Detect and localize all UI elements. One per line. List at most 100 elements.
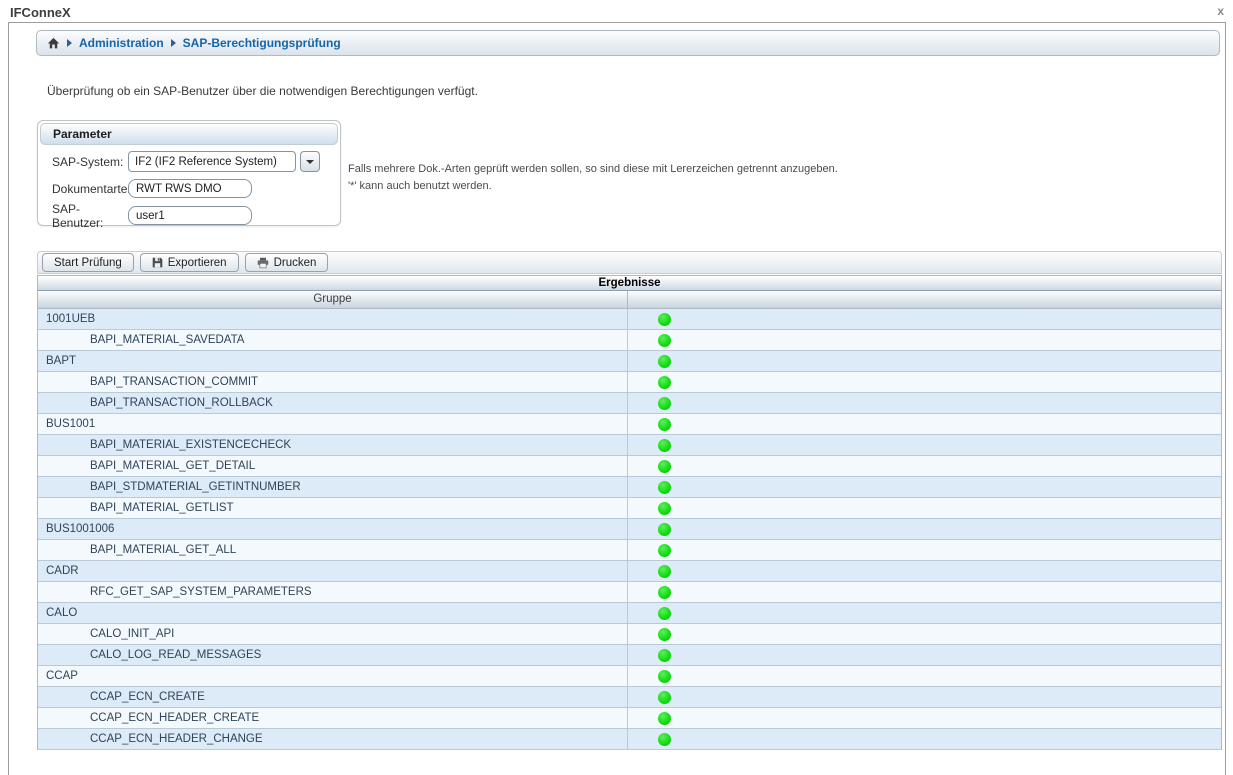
table-row[interactable]: BAPI_TRANSACTION_COMMIT xyxy=(38,372,1221,393)
status-ok-dot xyxy=(658,355,671,368)
app-title: IFConneX xyxy=(10,5,71,20)
gruppe-column-header: Gruppe xyxy=(38,291,628,308)
table-row[interactable]: BUS1001 xyxy=(38,414,1221,435)
start-pruefung-button[interactable]: Start Prüfung xyxy=(42,253,134,272)
breadcrumb: Administration SAP-Berechtigungsprüfung xyxy=(36,30,1220,56)
sap-system-select[interactable]: IF2 (IF2 Reference System) xyxy=(128,151,296,172)
row-label: BAPI_MATERIAL_SAVEDATA xyxy=(90,334,244,346)
row-label: BUS1001 xyxy=(46,418,95,430)
dokumentarten-label: Dokumentarten: xyxy=(52,182,128,196)
row-label: CCAP_ECN_CREATE xyxy=(90,691,205,703)
row-label: CALO_LOG_READ_MESSAGES xyxy=(90,649,261,661)
sap-benutzer-label: SAP-Benutzer: xyxy=(52,202,128,230)
page-description: Überprüfung ob ein SAP-Benutzer über die… xyxy=(47,84,478,98)
chevron-right-icon xyxy=(171,39,176,47)
row-label: 1001UEB xyxy=(46,313,95,325)
row-label: CADR xyxy=(46,565,79,577)
row-label: RFC_GET_SAP_SYSTEM_PARAMETERS xyxy=(90,586,312,598)
row-label: CCAP_ECN_HEADER_CREATE xyxy=(90,712,259,724)
row-label: CALO_INIT_API xyxy=(90,628,174,640)
status-column-header xyxy=(628,291,1221,308)
row-label: BAPI_MATERIAL_GETLIST xyxy=(90,502,234,514)
table-row[interactable]: BUS1001006 xyxy=(38,519,1221,540)
table-row[interactable]: CALO_LOG_READ_MESSAGES xyxy=(38,645,1221,666)
table-row[interactable]: CCAP_ECN_HEADER_CHANGE xyxy=(38,729,1221,750)
hint-line-2: '*' kann auch benutzt werden. xyxy=(348,178,838,195)
table-row[interactable]: BAPI_MATERIAL_EXISTENCECHECK xyxy=(38,435,1221,456)
table-row[interactable]: CALO xyxy=(38,603,1221,624)
sap-system-selected-value: IF2 (IF2 Reference System) xyxy=(135,156,277,168)
exportieren-button[interactable]: Exportieren xyxy=(140,253,239,272)
table-row[interactable]: BAPI_STDMATERIAL_GETINTNUMBER xyxy=(38,477,1221,498)
table-row[interactable]: BAPI_TRANSACTION_ROLLBACK xyxy=(38,393,1221,414)
row-label: BAPT xyxy=(46,355,76,367)
row-label: BAPI_TRANSACTION_COMMIT xyxy=(90,376,258,388)
row-label: BAPI_MATERIAL_GET_DETAIL xyxy=(90,460,255,472)
close-icon[interactable]: x xyxy=(1217,4,1224,18)
table-row[interactable]: BAPT xyxy=(38,351,1221,372)
content-panel: Administration SAP-Berechtigungsprüfung … xyxy=(8,22,1226,775)
table-row[interactable]: 1001UEB xyxy=(38,309,1221,330)
results-column-header-row: Gruppe xyxy=(37,291,1222,309)
hint-text: Falls mehrere Dok.-Arten geprüft werden … xyxy=(348,161,838,195)
results-rows: 1001UEB BAPI_MATERIAL_SAVEDATA BAPT BAPI… xyxy=(37,309,1222,750)
status-ok-dot xyxy=(658,313,671,326)
status-ok-dot xyxy=(658,481,671,494)
status-ok-dot xyxy=(658,502,671,515)
table-row[interactable]: CCAP_ECN_CREATE xyxy=(38,687,1221,708)
sap-system-dropdown-button[interactable] xyxy=(300,151,320,172)
parameter-panel: Parameter SAP-System: IF2 (IF2 Reference… xyxy=(37,120,341,226)
table-row[interactable]: CCAP_ECN_HEADER_CREATE xyxy=(38,708,1221,729)
status-ok-dot xyxy=(658,628,671,641)
table-row[interactable]: BAPI_MATERIAL_GET_ALL xyxy=(38,540,1221,561)
home-icon[interactable] xyxy=(47,37,60,50)
status-ok-dot xyxy=(658,733,671,746)
dokumentarten-input[interactable] xyxy=(128,179,252,198)
table-row[interactable]: RFC_GET_SAP_SYSTEM_PARAMETERS xyxy=(38,582,1221,603)
row-label: CALO xyxy=(46,607,77,619)
row-label: BAPI_STDMATERIAL_GETINTNUMBER xyxy=(90,481,301,493)
chevron-right-icon xyxy=(67,39,72,47)
button-label: Drucken xyxy=(274,257,317,269)
breadcrumb-item-sap-berechtigungspruefung[interactable]: SAP-Berechtigungsprüfung xyxy=(183,36,341,50)
toolbar: Start Prüfung Exportieren Drucken xyxy=(37,251,1222,274)
status-ok-dot xyxy=(658,712,671,725)
table-row[interactable]: BAPI_MATERIAL_GETLIST xyxy=(38,498,1221,519)
sap-benutzer-row: SAP-Benutzer: xyxy=(52,205,340,226)
parameter-panel-title: Parameter xyxy=(40,123,338,145)
button-label: Start Prüfung xyxy=(54,257,122,269)
status-ok-dot xyxy=(658,439,671,452)
status-ok-dot xyxy=(658,376,671,389)
status-ok-dot xyxy=(658,691,671,704)
row-label: BAPI_TRANSACTION_ROLLBACK xyxy=(90,397,273,409)
table-row[interactable]: CADR xyxy=(38,561,1221,582)
table-row[interactable]: CCAP xyxy=(38,666,1221,687)
table-row[interactable]: BAPI_MATERIAL_GET_DETAIL xyxy=(38,456,1221,477)
results-title: Ergebnisse xyxy=(37,275,1222,291)
status-ok-dot xyxy=(658,670,671,683)
results-table: Ergebnisse Gruppe 1001UEB BAPI_MATERIAL_… xyxy=(37,275,1222,750)
row-label: CCAP xyxy=(46,670,78,682)
breadcrumb-item-administration[interactable]: Administration xyxy=(79,36,164,50)
save-icon xyxy=(152,257,163,268)
status-ok-dot xyxy=(658,334,671,347)
sap-benutzer-input[interactable] xyxy=(128,206,252,225)
table-row[interactable]: BAPI_MATERIAL_SAVEDATA xyxy=(38,330,1221,351)
chevron-down-icon xyxy=(306,160,314,164)
printer-icon xyxy=(257,257,269,269)
status-ok-dot xyxy=(658,523,671,536)
status-ok-dot xyxy=(658,607,671,620)
sap-system-row: SAP-System: IF2 (IF2 Reference System) xyxy=(52,151,340,172)
status-ok-dot xyxy=(658,586,671,599)
row-label: CCAP_ECN_HEADER_CHANGE xyxy=(90,733,263,745)
status-ok-dot xyxy=(658,649,671,662)
row-label: BAPI_MATERIAL_EXISTENCECHECK xyxy=(90,439,291,451)
table-row[interactable]: CALO_INIT_API xyxy=(38,624,1221,645)
dokumentarten-row: Dokumentarten: xyxy=(52,178,340,199)
sap-system-label: SAP-System: xyxy=(52,155,128,169)
hint-line-1: Falls mehrere Dok.-Arten geprüft werden … xyxy=(348,161,838,178)
button-label: Exportieren xyxy=(168,257,227,269)
drucken-button[interactable]: Drucken xyxy=(245,253,329,272)
status-ok-dot xyxy=(658,565,671,578)
status-ok-dot xyxy=(658,544,671,557)
